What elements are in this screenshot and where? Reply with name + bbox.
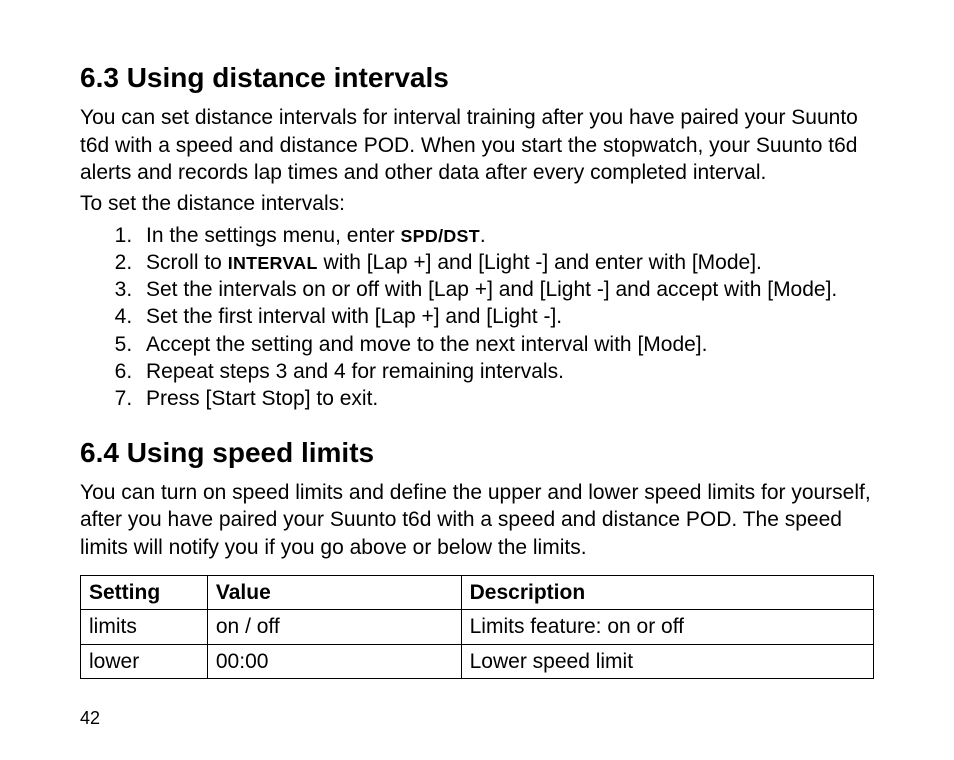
list-item: Set the intervals on or off with [Lap +]… <box>138 276 874 303</box>
cell-value: 00:00 <box>207 644 461 678</box>
table-header-row: Setting Value Description <box>81 575 874 609</box>
paragraph: You can set distance intervals for inter… <box>80 104 874 186</box>
page-number: 42 <box>80 707 874 730</box>
th-value: Value <box>207 575 461 609</box>
list-item: Set the first interval with [Lap +] and … <box>138 303 874 330</box>
section-6-4: 6.4 Using speed limits You can turn on s… <box>80 435 874 679</box>
cell-description: Lower speed limit <box>461 644 873 678</box>
paragraph: To set the distance intervals: <box>80 190 874 217</box>
th-setting: Setting <box>81 575 208 609</box>
key-label: SPD/DST <box>400 226 479 246</box>
th-description: Description <box>461 575 873 609</box>
cell-setting: limits <box>81 610 208 644</box>
paragraph: You can turn on speed limits and define … <box>80 479 874 561</box>
list-item: Scroll to INTERVAL with [Lap +] and [Lig… <box>138 249 874 276</box>
step-text: . <box>480 224 486 247</box>
list-item: Press [Start Stop] to exit. <box>138 385 874 412</box>
step-text: Scroll to <box>146 251 228 274</box>
table-row: lower 00:00 Lower speed limit <box>81 644 874 678</box>
list-item: In the settings menu, enter SPD/DST. <box>138 222 874 249</box>
table-row: limits on / off Limits feature: on or of… <box>81 610 874 644</box>
cell-setting: lower <box>81 644 208 678</box>
heading-6-4: 6.4 Using speed limits <box>80 435 874 471</box>
list-item: Accept the setting and move to the next … <box>138 331 874 358</box>
steps-list: In the settings menu, enter SPD/DST. Scr… <box>80 222 874 413</box>
heading-6-3: 6.3 Using distance intervals <box>80 60 874 96</box>
speed-limits-table: Setting Value Description limits on / of… <box>80 575 874 679</box>
section-6-3: 6.3 Using distance intervals You can set… <box>80 60 874 413</box>
step-text: with [Lap +] and [Light -] and enter wit… <box>318 251 762 274</box>
cell-description: Limits feature: on or off <box>461 610 873 644</box>
step-text: In the settings menu, enter <box>146 224 400 247</box>
key-label: INTERVAL <box>228 253 318 273</box>
cell-value: on / off <box>207 610 461 644</box>
list-item: Repeat steps 3 and 4 for remaining inter… <box>138 358 874 385</box>
